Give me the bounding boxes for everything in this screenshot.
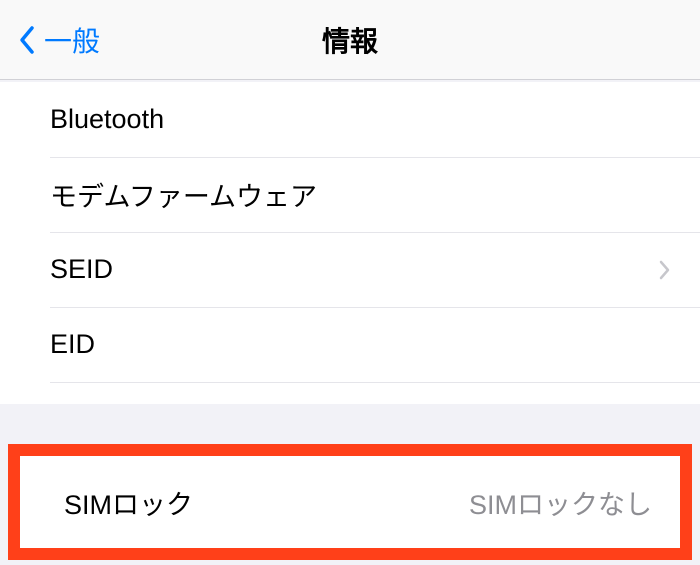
seid-row[interactable]: SEID — [0, 232, 700, 307]
row-label: Bluetooth — [50, 104, 164, 135]
truncated-row — [0, 382, 700, 404]
row-value: SIMロックなし — [469, 483, 652, 522]
chevron-left-icon — [18, 25, 36, 55]
row-label: EID — [50, 329, 95, 360]
row-right — [648, 260, 670, 280]
row-label: SIMロック — [64, 483, 193, 522]
sim-lock-highlight: SIMロック SIMロックなし — [0, 444, 700, 560]
row-label: モデムファームウェア — [50, 175, 317, 214]
back-button[interactable]: 一般 — [0, 20, 100, 60]
modem-firmware-row[interactable]: モデムファームウェア — [0, 157, 700, 232]
back-label: 一般 — [44, 20, 100, 60]
row-right: SIMロックなし — [469, 483, 652, 522]
page-title: 情報 — [0, 20, 700, 60]
chevron-right-icon — [658, 260, 670, 280]
bluetooth-row[interactable]: Bluetooth — [0, 82, 700, 157]
sim-lock-row[interactable]: SIMロック SIMロックなし — [8, 452, 692, 552]
row-label: SEID — [50, 254, 113, 285]
navigation-bar: 一般 情報 — [0, 0, 700, 80]
info-section: Bluetooth モデムファームウェア SEID EID — [0, 82, 700, 404]
eid-row[interactable]: EID — [0, 307, 700, 382]
